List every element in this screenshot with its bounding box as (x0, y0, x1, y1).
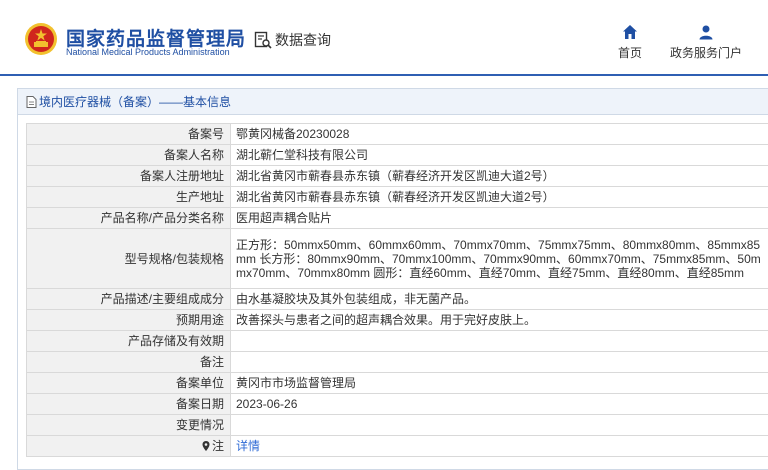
field-label: 备案号 (26, 123, 231, 145)
table-row: 备案单位 黄冈市市场监督管理局 (26, 372, 768, 394)
field-label: 备案单位 (26, 372, 231, 394)
table-row: 备案人名称 湖北蕲仁堂科技有限公司 (26, 144, 768, 166)
nav-home[interactable]: 首页 (612, 24, 648, 61)
detail-panel: 境内医疗器械（备案）——基本信息 备案号 鄂黄冈械备20230028 备案人名称… (17, 88, 768, 470)
table-row: 型号规格/包装规格 正方形：50mmx50mm、60mmx60mm、70mmx7… (26, 228, 768, 289)
field-label: 型号规格/包装规格 (26, 228, 231, 289)
site-header: 国家药品监督管理局 National Medical Products Admi… (0, 0, 768, 74)
field-value (230, 351, 768, 373)
field-label: 备注 (26, 351, 231, 373)
panel-title-text: 境内医疗器械（备案）——基本信息 (39, 95, 232, 109)
table-row: 预期用途 改善探头与患者之间的超声耦合效果。用于完好皮肤上。 (26, 309, 768, 331)
data-query-label: 数据查询 (275, 32, 331, 48)
field-label: 产品存储及有效期 (26, 330, 231, 352)
field-value: 黄冈市市场监督管理局 (230, 372, 768, 394)
home-icon (623, 25, 637, 39)
field-value: 鄂黄冈械备20230028 (230, 123, 768, 145)
field-label: 产品描述/主要组成成分 (26, 288, 231, 310)
table-row: 备案日期 2023-06-26 (26, 393, 768, 415)
table-row: 产品描述/主要组成成分 由水基凝胶块及其外包装组成，非无菌产品。 (26, 288, 768, 310)
table-row: 注 详情 (26, 435, 768, 457)
table-row: 变更情况 (26, 414, 768, 436)
field-value: 改善探头与患者之间的超声耦合效果。用于完好皮肤上。 (230, 309, 768, 331)
document-icon (26, 95, 37, 108)
table-row: 备案人注册地址 湖北省黄冈市蕲春县赤东镇（蕲春经济开发区凯迪大道2号） (26, 165, 768, 187)
panel-title: 境内医疗器械（备案）——基本信息 (18, 89, 768, 115)
table-row: 生产地址 湖北省黄冈市蕲春县赤东镇（蕲春经济开发区凯迪大道2号） (26, 186, 768, 208)
field-value: 详情 (230, 435, 768, 457)
location-pin-icon (202, 441, 210, 451)
field-value: 医用超声耦合贴片 (230, 207, 768, 229)
nav-service-label: 政务服务门户 (669, 46, 742, 60)
field-value: 湖北省黄冈市蕲春县赤东镇（蕲春经济开发区凯迪大道2号） (230, 165, 768, 187)
field-label: 变更情况 (26, 414, 231, 436)
field-label: 注 (211, 439, 224, 453)
field-value (230, 414, 768, 436)
user-icon (699, 25, 713, 40)
field-label: 预期用途 (26, 309, 231, 331)
national-emblem-icon (25, 23, 57, 55)
field-value: 由水基凝胶块及其外包装组成，非无菌产品。 (230, 288, 768, 310)
field-value: 湖北省黄冈市蕲春县赤东镇（蕲春经济开发区凯迪大道2号） (230, 186, 768, 208)
data-query-icon (254, 31, 272, 49)
details-link[interactable]: 详情 (236, 439, 260, 453)
data-query-link[interactable]: 数据查询 (254, 30, 331, 50)
field-label: 备案人名称 (26, 144, 231, 166)
field-label: 备案人注册地址 (26, 165, 231, 187)
field-label: 产品名称/产品分类名称 (26, 207, 231, 229)
field-label: 生产地址 (26, 186, 231, 208)
nav-service-portal[interactable]: 政务服务门户 (664, 24, 748, 61)
field-value: 正方形：50mmx50mm、60mmx60mm、70mmx70mm、75mmx7… (230, 228, 768, 289)
field-value (230, 330, 768, 352)
table-row: 产品存储及有效期 (26, 330, 768, 352)
field-label: 备案日期 (26, 393, 231, 415)
nav-home-label: 首页 (617, 46, 642, 60)
table-row: 备案号 鄂黄冈械备20230028 (26, 123, 768, 145)
site-logo-subtitle: National Medical Products Administration (66, 47, 230, 57)
table-row: 备注 (26, 351, 768, 373)
device-info-table: 备案号 鄂黄冈械备20230028 备案人名称 湖北蕲仁堂科技有限公司 备案人注… (26, 123, 768, 457)
note-label-cell: 注 (26, 435, 231, 457)
field-value: 湖北蕲仁堂科技有限公司 (230, 144, 768, 166)
table-row: 产品名称/产品分类名称 医用超声耦合贴片 (26, 207, 768, 229)
field-value: 2023-06-26 (230, 393, 768, 415)
header-divider (0, 74, 768, 76)
